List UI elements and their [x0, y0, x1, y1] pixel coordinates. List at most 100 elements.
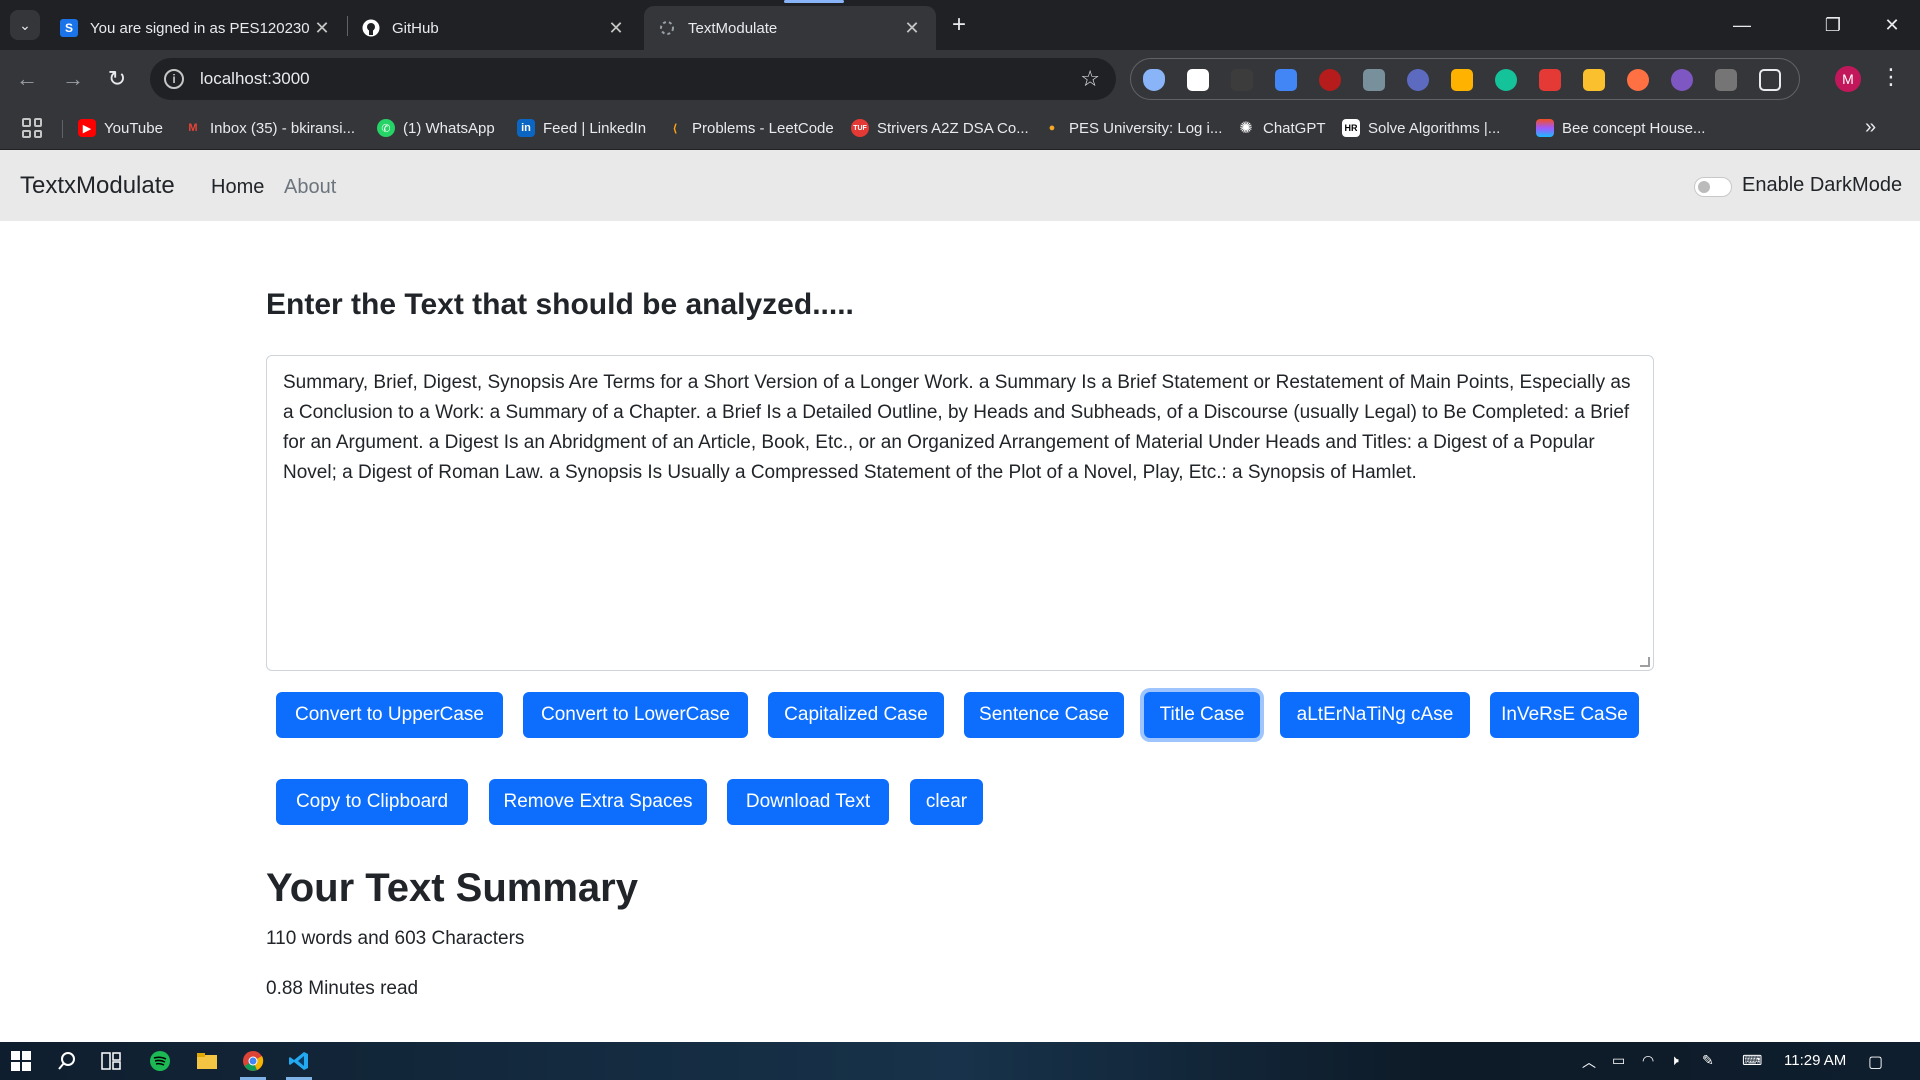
notifications-icon[interactable]: ▢ — [1868, 1052, 1883, 1072]
download-text-button[interactable]: Download Text — [727, 779, 889, 825]
task-view-icon[interactable] — [98, 1048, 124, 1074]
bookmark-label: Solve Algorithms |... — [1368, 119, 1501, 137]
darkmode-toggle[interactable] — [1694, 177, 1732, 197]
navbar-brand[interactable]: TextxModulate — [20, 172, 175, 200]
bookmark-star-icon[interactable]: ☆ — [1080, 66, 1100, 92]
app-navbar: TextxModulate Home About Enable DarkMode — [0, 150, 1920, 221]
summary-heading: Your Text Summary — [266, 866, 638, 910]
ublock-extension-icon[interactable] — [1319, 69, 1341, 91]
inverse-case-button[interactable]: InVeRsE CaSe — [1490, 692, 1639, 738]
text-input-area[interactable]: Summary, Brief, Digest, Synopsis Are Ter… — [266, 355, 1654, 671]
reload-icon[interactable]: ↻ — [102, 64, 132, 94]
close-tab-icon[interactable]: ✕ — [902, 18, 922, 39]
restore-icon[interactable]: ❐ — [1813, 8, 1853, 42]
play-extension-icon[interactable] — [1671, 69, 1693, 91]
remove-spaces-button[interactable]: Remove Extra Spaces — [489, 779, 707, 825]
bookmark-label: (1) WhatsApp — [403, 119, 495, 137]
lowercase-button[interactable]: Convert to LowerCase — [523, 692, 748, 738]
tool-extension-icon[interactable] — [1451, 69, 1473, 91]
github-icon — [362, 19, 380, 37]
bookmark-label: Problems - LeetCode — [692, 119, 834, 137]
keyboard-icon[interactable]: ⌨ — [1742, 1052, 1762, 1069]
nav-link-about[interactable]: About — [284, 176, 336, 199]
figma-icon — [1536, 119, 1554, 137]
bookmark-gmail[interactable]: M Inbox (35) - bkiransi... — [184, 119, 355, 137]
b-extension-icon[interactable] — [1187, 69, 1209, 91]
resize-handle-icon[interactable] — [1640, 657, 1650, 667]
bookmark-chatgpt[interactable]: ✺ ChatGPT — [1237, 119, 1326, 138]
capitalized-case-button[interactable]: Capitalized Case — [768, 692, 944, 738]
bookmark-label: Inbox (35) - bkiransi... — [210, 119, 356, 137]
textarea-content[interactable]: Summary, Brief, Digest, Synopsis Are Ter… — [283, 372, 1630, 483]
windows-taskbar: ︿ ▭ ◠ 🕨 ✎ ⌨ 11:29 AM ▢ — [0, 1042, 1920, 1080]
bookmark-figma[interactable]: Bee concept House... — [1536, 119, 1705, 137]
tab-title: You are signed in as PES120230 — [90, 19, 310, 37]
v-extension-icon[interactable] — [1715, 69, 1737, 91]
bookmark-youtube[interactable]: ▶ YouTube — [78, 119, 163, 137]
pen-icon[interactable]: ✎ — [1702, 1052, 1714, 1069]
more-menu-icon[interactable]: ⋮ — [1880, 64, 1902, 90]
copy-extension-icon[interactable] — [1407, 69, 1429, 91]
bookmark-leetcode[interactable]: ⟨ Problems - LeetCode — [666, 119, 834, 137]
site-info-icon[interactable]: i — [164, 69, 184, 89]
forward-arrow-icon[interactable]: → — [58, 64, 88, 94]
bookmarks-overflow-icon[interactable]: » — [1865, 116, 1876, 139]
read-time: 0.88 Minutes read — [266, 978, 419, 999]
clear-button[interactable]: clear — [910, 779, 983, 825]
browser-tab-signin[interactable]: S You are signed in as PES120230 ✕ — [46, 6, 346, 50]
burst-extension-icon[interactable] — [1627, 69, 1649, 91]
vscode-icon[interactable] — [286, 1048, 312, 1074]
back-arrow-icon[interactable]: ← — [12, 64, 42, 94]
chrome-icon[interactable] — [240, 1048, 266, 1074]
search-icon[interactable] — [54, 1048, 80, 1074]
uppercase-button[interactable]: Convert to UpperCase — [276, 692, 503, 738]
record-extension-icon[interactable] — [1539, 69, 1561, 91]
file-explorer-icon[interactable] — [194, 1048, 220, 1074]
alternating-case-button[interactable]: aLtErNaTiNg cAse — [1280, 692, 1470, 738]
battery-icon[interactable]: ▭ — [1612, 1052, 1625, 1069]
tab-search-button[interactable]: ⌄ — [10, 10, 40, 40]
tab-title: TextModulate — [688, 19, 778, 37]
taskbar-clock[interactable]: 11:29 AM — [1784, 1052, 1846, 1069]
linkedin-icon: in — [517, 119, 535, 137]
browser-tab-github[interactable]: GitHub ✕ — [348, 6, 640, 50]
wifi-icon[interactable]: ◠ — [1642, 1052, 1654, 1069]
word-char-count: 110 words and 603 Characters — [266, 928, 525, 949]
windows-start-icon[interactable] — [8, 1048, 34, 1074]
grammarly-extension-icon[interactable] — [1495, 69, 1517, 91]
close-tab-icon[interactable]: ✕ — [312, 18, 332, 39]
close-window-icon[interactable]: ✕ — [1872, 8, 1912, 42]
honey-extension-icon[interactable] — [1583, 69, 1605, 91]
shield-extension-icon[interactable] — [1143, 69, 1165, 91]
tray-chevron-up-icon[interactable]: ︿ — [1582, 1052, 1596, 1072]
bookmark-strivers[interactable]: TUF Strivers A2Z DSA Co... — [851, 119, 1029, 137]
css-extension-icon[interactable] — [1231, 69, 1253, 91]
title-case-button[interactable]: Title Case — [1144, 692, 1260, 738]
copy-clipboard-button[interactable]: Copy to Clipboard — [276, 779, 468, 825]
puzzle-extensions-icon[interactable] — [1759, 69, 1781, 91]
profile-avatar[interactable]: M — [1835, 66, 1861, 92]
chatgpt-icon: ✺ — [1239, 120, 1253, 137]
bookmark-whatsapp[interactable]: ✆ (1) WhatsApp — [377, 119, 495, 137]
image-extension-icon[interactable] — [1363, 69, 1385, 91]
spotify-icon[interactable] — [147, 1048, 173, 1074]
minimize-icon[interactable]: — — [1722, 8, 1762, 42]
sentence-case-button[interactable]: Sentence Case — [964, 692, 1124, 738]
volume-muted-icon[interactable]: 🕨 — [1670, 1052, 1679, 1069]
browser-tab-textmodulate[interactable]: TextModulate ✕ — [644, 0, 936, 50]
address-bar-url[interactable]: localhost:3000 — [200, 69, 310, 89]
bookmark-hackerrank[interactable]: HR Solve Algorithms |... — [1342, 119, 1500, 137]
apps-grid-icon[interactable] — [22, 118, 42, 138]
nav-link-home[interactable]: Home — [211, 176, 264, 199]
darkmode-label: Enable DarkMode — [1742, 174, 1903, 196]
tabs-extension-icon[interactable] — [1275, 69, 1297, 91]
bookmark-label: Bee concept House... — [1562, 119, 1706, 137]
new-tab-plus-icon[interactable]: + — [945, 12, 973, 40]
bookmark-label: Strivers A2Z DSA Co... — [877, 119, 1029, 137]
chevron-down-icon: ⌄ — [19, 16, 31, 33]
close-tab-icon[interactable]: ✕ — [606, 18, 626, 39]
address-bar[interactable]: i localhost:3000 ☆ — [150, 58, 1116, 100]
bookmark-label: ChatGPT — [1263, 119, 1326, 137]
bookmark-linkedin[interactable]: in Feed | LinkedIn — [517, 119, 646, 137]
bookmark-pes[interactable]: ● PES University: Log i... — [1043, 119, 1223, 137]
